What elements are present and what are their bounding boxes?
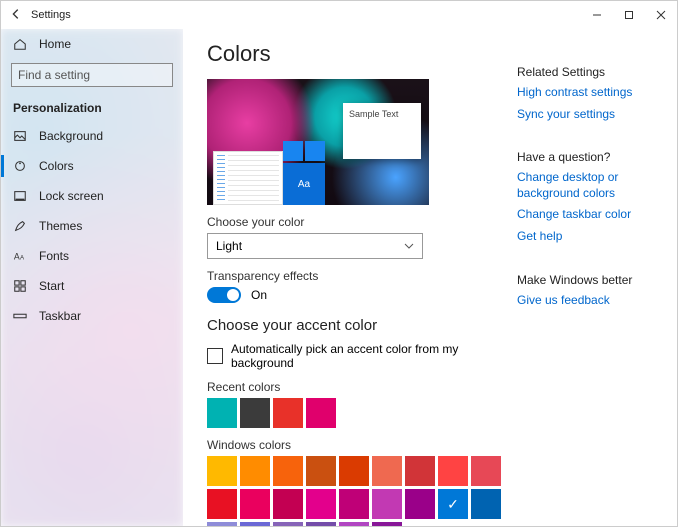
sidebar-section-header: Personalization [1, 93, 183, 121]
preview-sample-window: Sample Text [343, 103, 421, 159]
window-title: Settings [31, 9, 71, 21]
windows-color-swatch[interactable] [240, 456, 270, 486]
windows-color-swatch[interactable] [240, 522, 270, 526]
minimize-button[interactable] [581, 1, 613, 29]
background-icon [13, 129, 27, 143]
fonts-icon: AA [13, 249, 27, 263]
recent-colors-label: Recent colors [207, 380, 489, 394]
feedback-link[interactable]: Give us feedback [517, 293, 665, 309]
windows-color-swatch[interactable] [207, 489, 237, 519]
sidebar-item-colors[interactable]: Colors [1, 151, 183, 181]
recent-color-swatch[interactable] [207, 398, 237, 428]
choose-color-label: Choose your color [207, 215, 489, 229]
recent-color-swatch[interactable] [240, 398, 270, 428]
windows-color-swatch[interactable] [306, 489, 336, 519]
sidebar-item-background[interactable]: Background [1, 121, 183, 151]
windows-color-swatch[interactable] [240, 489, 270, 519]
windows-color-swatch[interactable] [372, 489, 402, 519]
sidebar-item-start[interactable]: Start [1, 271, 183, 301]
windows-color-swatch[interactable] [438, 489, 468, 519]
colors-icon [13, 159, 27, 173]
chevron-down-icon [404, 241, 414, 251]
transparency-label: Transparency effects [207, 269, 489, 283]
rail-question-head: Have a question? [517, 150, 665, 164]
windows-color-swatch[interactable] [372, 522, 402, 526]
preview-tile: Aa [283, 163, 325, 205]
windows-color-swatch[interactable] [405, 489, 435, 519]
sidebar-item-fonts[interactable]: AA Fonts [1, 241, 183, 271]
windows-color-swatch[interactable] [339, 522, 369, 526]
related-link[interactable]: Sync your settings [517, 107, 665, 123]
help-link[interactable]: Change taskbar color [517, 207, 665, 223]
preview-app-window [213, 151, 283, 205]
back-arrow-icon [9, 7, 23, 21]
sidebar-home[interactable]: Home [1, 29, 183, 59]
windows-color-swatch[interactable] [339, 456, 369, 486]
recent-color-swatch[interactable] [273, 398, 303, 428]
windows-color-swatch[interactable] [207, 456, 237, 486]
home-label: Home [39, 37, 71, 51]
themes-icon [13, 219, 27, 233]
right-rail: Related Settings High contrast settings S… [513, 29, 677, 526]
rail-better-head: Make Windows better [517, 273, 665, 287]
windows-color-swatch[interactable] [471, 456, 501, 486]
home-icon [13, 37, 27, 51]
taskbar-icon [13, 309, 27, 323]
windows-color-swatch[interactable] [273, 456, 303, 486]
accent-heading: Choose your accent color [207, 317, 489, 334]
preview-tile-small [305, 141, 325, 161]
windows-color-swatch[interactable] [306, 522, 336, 526]
sidebar-item-themes[interactable]: Themes [1, 211, 183, 241]
sidebar-item-label: Fonts [39, 249, 69, 263]
choose-color-select[interactable]: Light [207, 233, 423, 259]
sidebar: Home Personalization Background Colors Loc… [1, 29, 183, 526]
sidebar-item-lock-screen[interactable]: Lock screen [1, 181, 183, 211]
windows-color-swatch[interactable] [273, 522, 303, 526]
transparency-value: On [251, 288, 267, 302]
windows-color-swatch[interactable] [438, 456, 468, 486]
help-link[interactable]: Get help [517, 229, 665, 245]
recent-color-swatch[interactable] [306, 398, 336, 428]
titlebar: Settings [1, 1, 677, 29]
windows-color-swatch[interactable] [273, 489, 303, 519]
lock-icon [13, 189, 27, 203]
start-icon [13, 279, 27, 293]
help-link[interactable]: Change desktop or background colors [517, 170, 665, 201]
transparency-toggle[interactable] [207, 287, 241, 303]
auto-pick-label: Automatically pick an accent color from … [231, 342, 489, 370]
svg-text:A: A [20, 255, 25, 262]
windows-color-swatch[interactable] [471, 489, 501, 519]
sidebar-item-label: Start [39, 279, 64, 293]
rail-related-head: Related Settings [517, 65, 665, 79]
related-link[interactable]: High contrast settings [517, 85, 665, 101]
back-button[interactable] [9, 7, 23, 24]
color-preview: Aa Sample Text [207, 79, 429, 205]
maximize-button[interactable] [613, 1, 645, 29]
page-title: Colors [207, 41, 489, 67]
sidebar-item-label: Themes [39, 219, 82, 233]
sidebar-item-label: Lock screen [39, 189, 104, 203]
windows-color-swatch[interactable] [372, 456, 402, 486]
close-button[interactable] [645, 1, 677, 29]
sidebar-item-label: Background [39, 129, 103, 143]
sidebar-item-taskbar[interactable]: Taskbar [1, 301, 183, 331]
windows-color-swatch[interactable] [306, 456, 336, 486]
sidebar-item-label: Colors [39, 159, 74, 173]
search-input[interactable] [18, 68, 173, 82]
choose-color-value: Light [216, 239, 242, 253]
preview-tile-small [283, 141, 303, 161]
windows-color-swatch[interactable] [405, 456, 435, 486]
windows-color-swatch[interactable] [339, 489, 369, 519]
svg-text:A: A [14, 252, 20, 262]
windows-color-swatch[interactable] [207, 522, 237, 526]
sidebar-item-label: Taskbar [39, 309, 81, 323]
search-input-container[interactable] [11, 63, 173, 87]
windows-colors-label: Windows colors [207, 438, 489, 452]
auto-pick-checkbox[interactable] [207, 348, 223, 364]
